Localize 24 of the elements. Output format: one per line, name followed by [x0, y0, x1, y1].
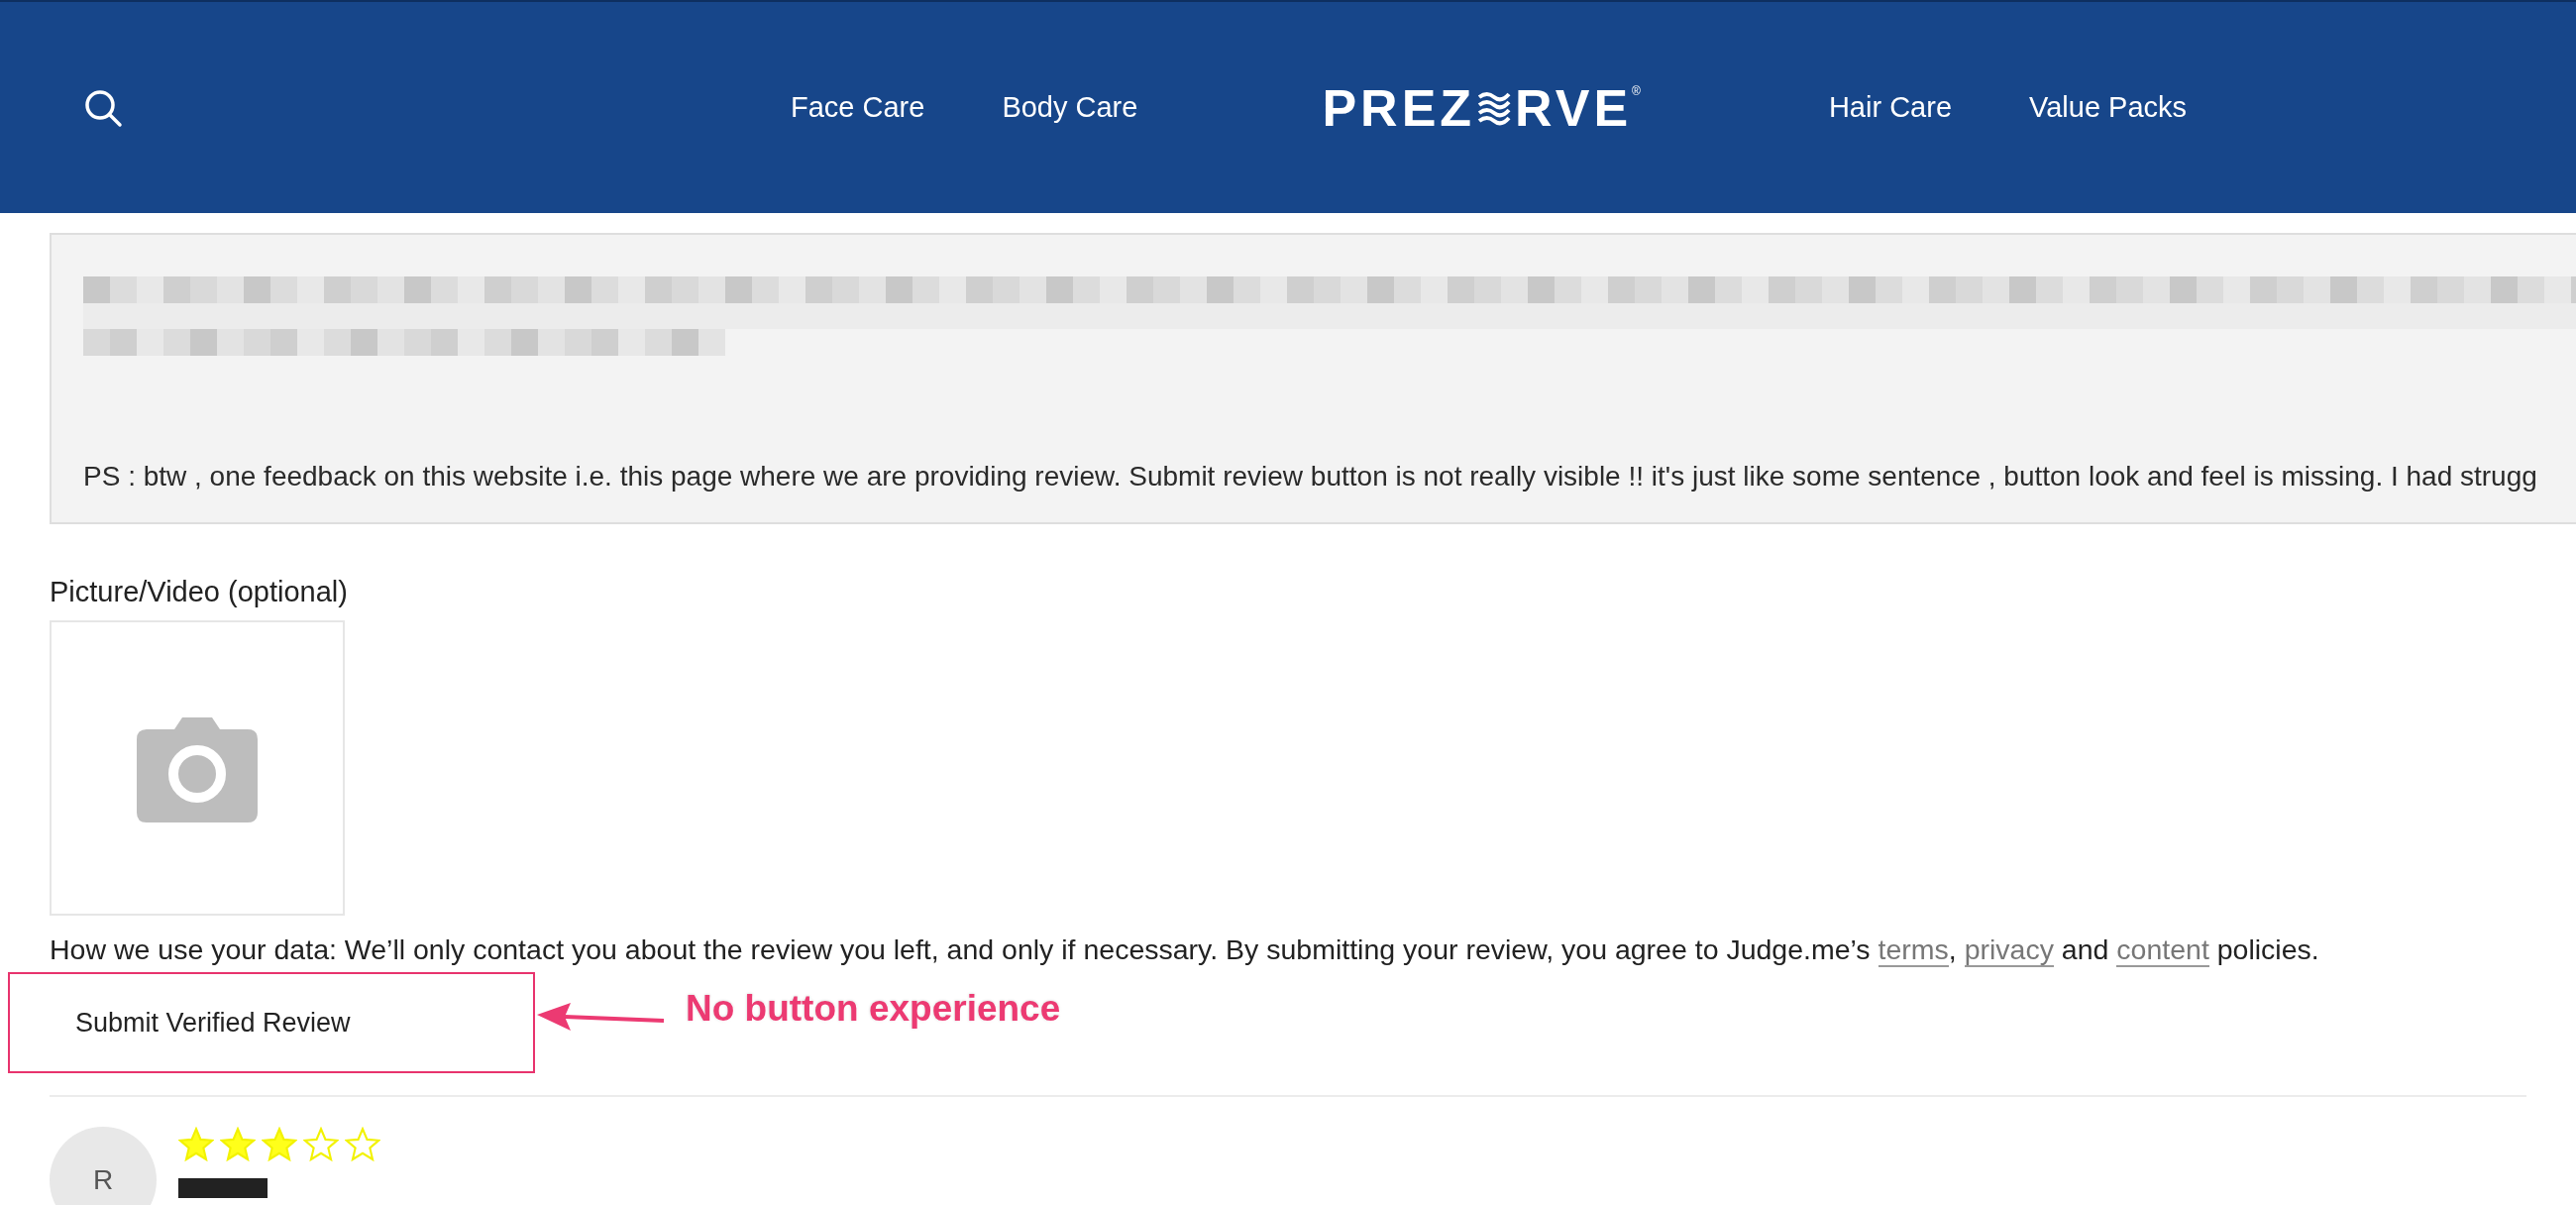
avatar: R: [50, 1127, 157, 1205]
nav-link[interactable]: Face Care: [791, 91, 925, 124]
logo-text[interactable]: RVE: [1515, 79, 1633, 136]
star-outline-icon: [345, 1127, 380, 1162]
logo-text[interactable]: PREZ: [1322, 79, 1476, 136]
nav-link[interactable]: Hair Care: [1828, 91, 1952, 124]
review-text: PS : btw , one feedback on this website i.e. this page where we are providing review. Submit review button is not really visible !! it's just like some sentence , button look and feel is missing. I had strugg: [83, 461, 2537, 492]
policy-link[interactable]: privacy: [1964, 933, 2054, 967]
star-filled-icon: [220, 1127, 256, 1162]
nav-link[interactable]: Body Care: [1002, 91, 1138, 124]
star-filled-icon: [262, 1127, 297, 1162]
nav-link[interactable]: Value Packs: [2029, 91, 2188, 124]
annotation-text: No button experience: [686, 988, 1061, 1030]
search-icon[interactable]: [83, 87, 123, 128]
policy-link[interactable]: terms: [1878, 933, 1949, 967]
star-filled-icon: [178, 1127, 214, 1162]
media-label: Picture/Video (optional): [50, 576, 348, 608]
submit-review-button[interactable]: Submit Verified Review: [75, 1007, 351, 1039]
policy-link[interactable]: content: [2116, 933, 2209, 967]
privacy-notice: How we use your data: We’ll only contact you about the review you left, and only if necessary. By submitting your review, you agree to Judge.me’s terms, privacy and content policies.: [50, 933, 2319, 966]
registered-mark: ®: [1632, 83, 1641, 98]
star-outline-icon: [303, 1127, 339, 1162]
upload-box[interactable]: [50, 620, 345, 916]
review-text-field[interactable]: [50, 233, 2576, 524]
